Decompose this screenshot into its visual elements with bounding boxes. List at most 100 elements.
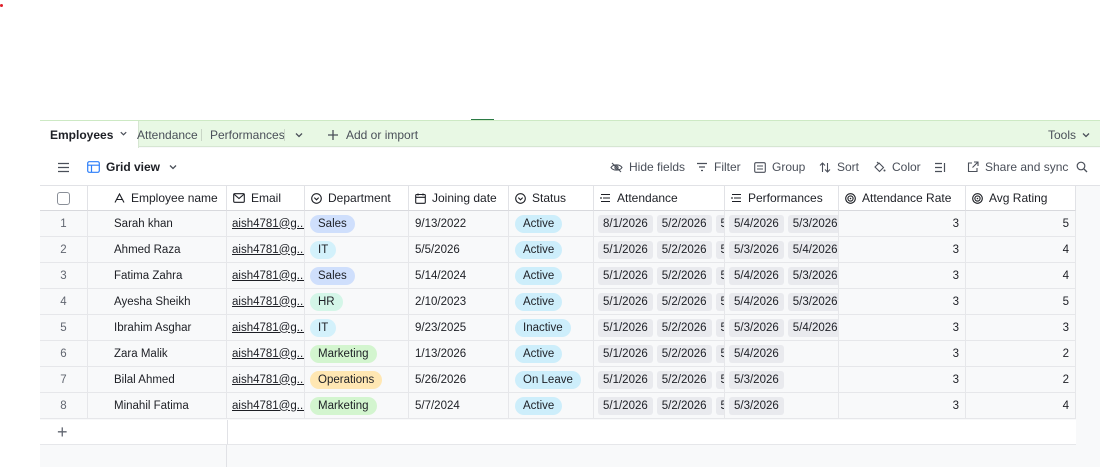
avg-rating-cell[interactable]: 5 (966, 211, 1076, 236)
employee-name-cell[interactable]: Minahil Fatima (88, 393, 227, 418)
department-cell[interactable]: IT (305, 237, 409, 262)
avg-rating-cell[interactable]: 5 (966, 289, 1076, 314)
status-cell[interactable]: Active (509, 237, 594, 262)
table-row[interactable]: 2 Ahmed Raza aish4781@g... IT 5/5/2026 Active… (40, 237, 1076, 263)
add-record-button[interactable]: + (40, 420, 227, 445)
performances-cell[interactable]: 5/3/2026 (725, 367, 839, 392)
all-tables-chevron[interactable] (294, 121, 304, 148)
joining-date-cell[interactable]: 5/14/2024 (409, 263, 509, 288)
table-row[interactable]: 6 Zara Malik aish4781@g... Marketing 1/13/20… (40, 341, 1076, 367)
status-cell[interactable]: Inactive (509, 315, 594, 340)
tab-attendance[interactable]: Attendance (137, 121, 198, 148)
view-switcher[interactable]: Grid view (87, 148, 184, 186)
share-and-sync-button[interactable]: Share and sync (967, 148, 1068, 186)
row-number-cell[interactable]: 6 (40, 341, 88, 366)
email-cell[interactable]: aish4781@g... (227, 315, 305, 340)
table-row[interactable]: 1 Sarah khan aish4781@g... Sales 9/13/2022 Ac… (40, 211, 1076, 237)
attendance-rate-cell[interactable]: 3 (839, 263, 966, 288)
joining-date-cell[interactable]: 5/7/2024 (409, 393, 509, 418)
email-cell[interactable]: aish4781@g... (227, 211, 305, 236)
row-number-cell[interactable]: 5 (40, 315, 88, 340)
column-header-employee-name[interactable]: Employee name (88, 186, 227, 211)
column-header-avg-rating[interactable]: Avg Rating (966, 186, 1076, 211)
department-cell[interactable]: IT (305, 315, 409, 340)
performances-cell[interactable]: 5/3/2026 5/4/2026 (725, 315, 839, 340)
avg-rating-cell[interactable]: 3 (966, 315, 1076, 340)
tab-employees[interactable]: Employees (40, 121, 140, 149)
joining-date-cell[interactable]: 5/26/2026 (409, 367, 509, 392)
joining-date-cell[interactable]: 1/13/2026 (409, 341, 509, 366)
email-cell[interactable]: aish4781@g... (227, 367, 305, 392)
department-cell[interactable]: HR (305, 289, 409, 314)
performances-cell[interactable]: 5/3/2026 (725, 393, 839, 418)
employee-name-cell[interactable]: Bilal Ahmed (88, 367, 227, 392)
performances-cell[interactable]: 5/4/2026 5/3/2026 (725, 263, 839, 288)
select-all-checkbox[interactable] (40, 186, 88, 211)
table-row[interactable]: 4 Ayesha Sheikh aish4781@g... HR 2/10/2023 Ac… (40, 289, 1076, 315)
checkbox-icon[interactable] (57, 191, 70, 205)
status-cell[interactable]: Active (509, 263, 594, 288)
row-number-cell[interactable]: 4 (40, 289, 88, 314)
row-height-button[interactable] (934, 148, 952, 186)
row-number-cell[interactable]: 8 (40, 393, 88, 418)
color-button[interactable]: Color (873, 148, 921, 186)
email-cell[interactable]: aish4781@g... (227, 341, 305, 366)
avg-rating-cell[interactable]: 2 (966, 367, 1076, 392)
attendance-cell[interactable]: 5/1/20265/2/20265/ (594, 289, 725, 314)
attendance-cell[interactable]: 5/1/20265/2/20265/ (594, 341, 725, 366)
performances-cell[interactable]: 5/4/2026 5/3/2026 (725, 211, 839, 236)
employee-name-cell[interactable]: Zara Malik (88, 341, 227, 366)
attendance-rate-cell[interactable]: 3 (839, 393, 966, 418)
tools-button[interactable]: Tools (1048, 121, 1091, 148)
row-number-cell[interactable]: 1 (40, 211, 88, 236)
attendance-cell[interactable]: 5/1/20265/2/20265/ (594, 393, 725, 418)
add-or-import-button[interactable]: Add or import (327, 121, 418, 148)
department-cell[interactable]: Sales (305, 263, 409, 288)
email-cell[interactable]: aish4781@g... (227, 237, 305, 262)
row-number-cell[interactable]: 3 (40, 263, 88, 288)
row-number-cell[interactable]: 2 (40, 237, 88, 262)
email-cell[interactable]: aish4781@g... (227, 289, 305, 314)
attendance-cell[interactable]: 5/1/20265/2/20265/ (594, 367, 725, 392)
status-cell[interactable]: Active (509, 341, 594, 366)
column-header-performances[interactable]: Performances (725, 186, 839, 211)
email-cell[interactable]: aish4781@g... (227, 263, 305, 288)
employee-name-cell[interactable]: Ibrahim Asghar (88, 315, 227, 340)
joining-date-cell[interactable]: 2/10/2023 (409, 289, 509, 314)
table-row[interactable]: 3 Fatima Zahra aish4781@g... Sales 5/14/2024… (40, 263, 1076, 289)
avg-rating-cell[interactable]: 2 (966, 341, 1076, 366)
department-cell[interactable]: Marketing (305, 341, 409, 366)
attendance-cell[interactable]: 5/1/20265/2/20265/ (594, 263, 725, 288)
column-header-status[interactable]: Status (509, 186, 594, 211)
column-header-attendance[interactable]: Attendance (594, 186, 725, 211)
status-cell[interactable]: Active (509, 393, 594, 418)
attendance-cell[interactable]: 5/1/20265/2/20265/ (594, 237, 725, 262)
search-button[interactable] (1076, 148, 1094, 186)
column-header-attendance-rate[interactable]: Attendance Rate (839, 186, 966, 211)
joining-date-cell[interactable]: 9/23/2025 (409, 315, 509, 340)
chevron-down-icon[interactable] (119, 129, 128, 140)
attendance-cell[interactable]: 8/1/20265/2/20265/ (594, 211, 725, 236)
performances-cell[interactable]: 5/4/2026 (725, 341, 839, 366)
table-row[interactable]: 5 Ibrahim Asghar aish4781@g... IT 9/23/2025 I… (40, 315, 1076, 341)
employee-name-cell[interactable]: Ahmed Raza (88, 237, 227, 262)
joining-date-cell[interactable]: 5/5/2026 (409, 237, 509, 262)
attendance-rate-cell[interactable]: 3 (839, 211, 966, 236)
column-header-department[interactable]: Department (305, 186, 409, 211)
department-cell[interactable]: Sales (305, 211, 409, 236)
attendance-rate-cell[interactable]: 3 (839, 289, 966, 314)
email-cell[interactable]: aish4781@g... (227, 393, 305, 418)
table-row[interactable]: 8 Minahil Fatima aish4781@g... Marketing 5/7… (40, 393, 1076, 419)
avg-rating-cell[interactable]: 4 (966, 393, 1076, 418)
attendance-rate-cell[interactable]: 3 (839, 341, 966, 366)
table-row[interactable]: 7 Bilal Ahmed aish4781@g... Operations 5/26/… (40, 367, 1076, 393)
avg-rating-cell[interactable]: 4 (966, 237, 1076, 262)
column-header-joining-date[interactable]: Joining date (409, 186, 509, 211)
employee-name-cell[interactable]: Sarah khan (88, 211, 227, 236)
status-cell[interactable]: On Leave (509, 367, 594, 392)
filter-button[interactable]: Filter (696, 148, 741, 186)
row-number-cell[interactable]: 7 (40, 367, 88, 392)
tab-performances[interactable]: Performances (210, 121, 285, 148)
employee-name-cell[interactable]: Fatima Zahra (88, 263, 227, 288)
department-cell[interactable]: Marketing (305, 393, 409, 418)
